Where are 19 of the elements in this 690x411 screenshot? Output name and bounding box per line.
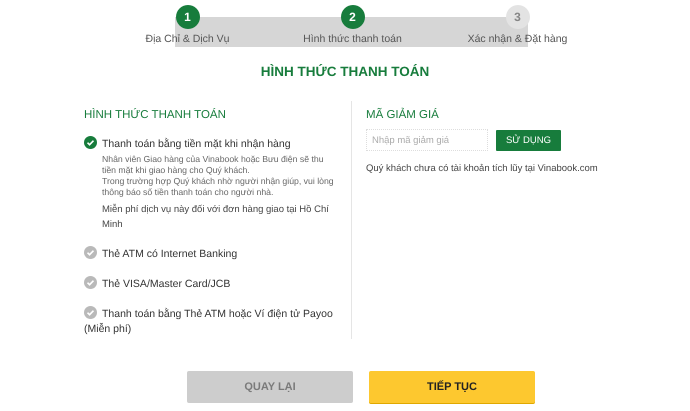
section-heading: MÃ GIẢM GIÁ xyxy=(366,109,440,121)
apply-button[interactable]: SỬ DỤNG xyxy=(496,130,561,150)
step-label: Địa Chỉ & Dịch Vụ xyxy=(145,33,230,45)
coupon-field[interactable]: Nhập mã giảm giá xyxy=(366,129,488,151)
section-heading: HÌNH THỨC THANH TOÁN xyxy=(84,109,227,121)
payment-option[interactable]: Thanh toán bằng tiền mặt khi nhận hàng xyxy=(84,136,337,152)
step-number: 1 xyxy=(176,5,200,29)
step-label: Hình thức thanh toán xyxy=(303,33,402,45)
step-label: Xác nhận & Đặt hàng xyxy=(468,33,568,45)
payment-option[interactable]: Thẻ VISA/Master Card/JCB xyxy=(84,276,337,292)
step-number: 3 xyxy=(506,5,530,29)
payment-description: Miễn phí dịch vụ này đối với đơn hàng giao tại Hồ Chí Minh xyxy=(102,202,330,232)
payment-option[interactable]: Thanh toán bằng Thẻ ATM hoặc Ví điện tử Payoo (Miễn phí) xyxy=(84,306,337,337)
step-number: 2 xyxy=(340,5,364,29)
payment-option[interactable]: Thẻ ATM có Internet Banking xyxy=(84,246,337,262)
page-title: HÌNH THỨC THANH TOÁN xyxy=(260,64,430,79)
account-note: Quý khách chưa có tài khoản tích lũy tại Vinabook.com xyxy=(366,163,598,174)
continue-button[interactable]: TIẾP TỤC xyxy=(369,371,535,403)
payment-description: Nhân viên Giao hàng của Vinabook hoặc Bưu điện sẽ thu tiền mặt khi giao hàng cho Quý khách. Trong trường hợp Quý khách nhờ người nhận giúp, vui lòng thông báo số tiền thanh toán cho người nhà. xyxy=(102,154,335,198)
